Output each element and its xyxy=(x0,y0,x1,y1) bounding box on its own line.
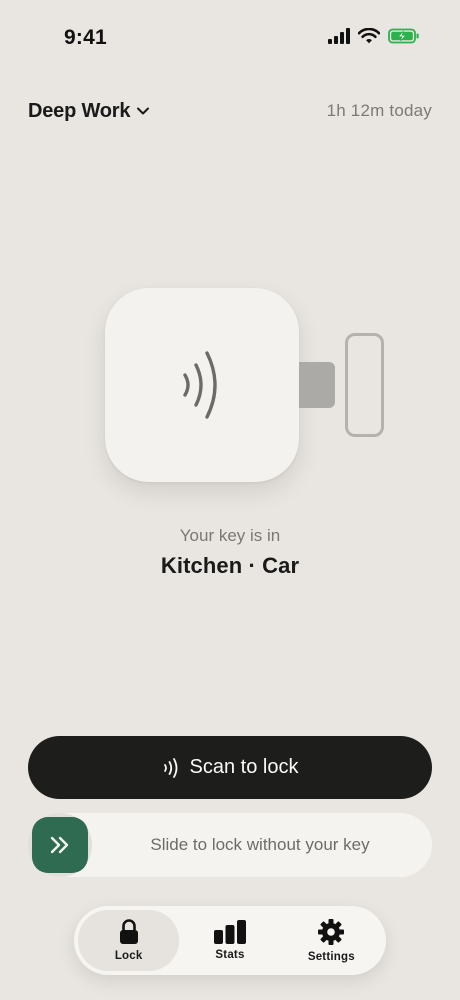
nfc-key-card xyxy=(105,288,299,482)
scan-to-lock-button[interactable]: Scan to lock xyxy=(28,736,432,799)
key-slot xyxy=(345,333,384,437)
status-bar: 9:41 xyxy=(0,0,460,76)
status-time: 9:41 xyxy=(64,26,107,49)
gear-icon xyxy=(318,919,345,945)
status-icons xyxy=(328,28,420,44)
nfc-waves-icon xyxy=(163,757,177,778)
mode-selector[interactable]: Deep Work xyxy=(28,100,150,123)
key-illustration xyxy=(105,288,395,484)
lock-icon xyxy=(119,919,138,944)
stats-icon xyxy=(213,920,246,944)
tab-lock-label: Lock xyxy=(114,950,143,962)
slide-to-lock-label: Slide to lock without your key xyxy=(150,835,370,854)
double-chevron-right-icon xyxy=(50,836,69,854)
tab-stats-label: Stats xyxy=(215,949,245,961)
key-connector xyxy=(299,362,335,408)
key-location-value: Kitchen · Car xyxy=(160,553,300,578)
slide-to-lock-track[interactable]: Slide to lock without your key xyxy=(28,813,432,877)
tab-lock[interactable]: Lock xyxy=(78,910,180,971)
tab-stats[interactable]: Stats xyxy=(179,910,280,971)
tab-settings[interactable]: Settings xyxy=(281,910,382,971)
tab-bar: Lock Stats Settings xyxy=(74,906,386,975)
scan-to-lock-label: Scan to lock xyxy=(189,756,299,778)
nfc-waves-icon xyxy=(183,351,217,419)
key-location-label: Your key is in xyxy=(179,526,281,545)
slide-to-lock-handle[interactable] xyxy=(32,817,88,873)
wifi-icon xyxy=(358,28,380,44)
battery-charging-icon xyxy=(388,28,419,44)
mode-title: Deep Work xyxy=(28,99,131,122)
cellular-signal-icon xyxy=(328,28,350,44)
time-today-label: 1h 12m today xyxy=(326,101,432,120)
chevron-down-icon xyxy=(137,107,150,115)
tab-settings-label: Settings xyxy=(307,951,355,963)
header: Deep Work 1h 12m today xyxy=(28,96,432,126)
